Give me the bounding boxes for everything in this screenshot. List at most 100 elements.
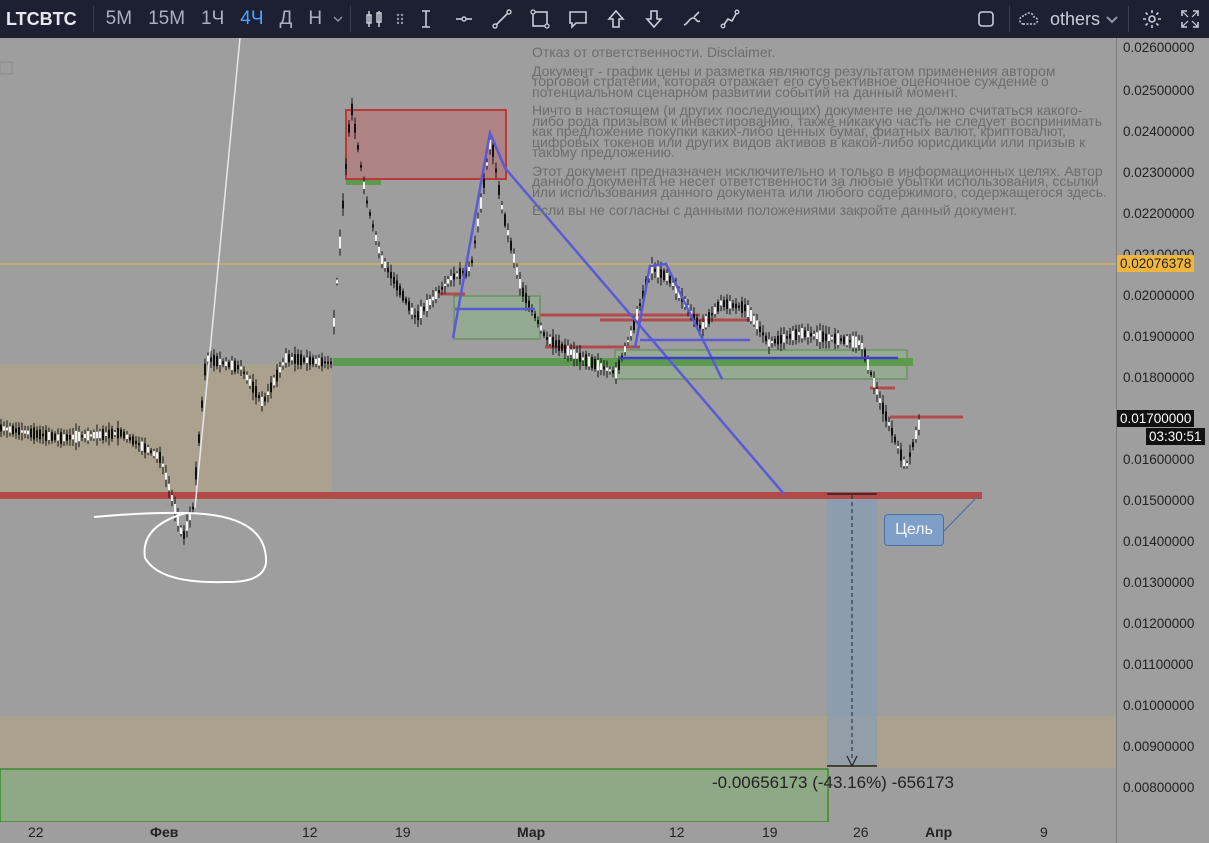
- candle-body: [405, 298, 407, 304]
- candle-body: [123, 431, 125, 439]
- candle-body: [903, 459, 905, 467]
- candle-body: [912, 442, 914, 448]
- candle-body: [849, 339, 851, 343]
- timeframe-5m[interactable]: 5M: [98, 8, 140, 30]
- timeframe-dropdown-icon[interactable]: [330, 0, 346, 38]
- candle-body: [75, 430, 77, 443]
- timeframe-1h[interactable]: 1Ч: [193, 8, 232, 30]
- timeframe-day[interactable]: Д: [272, 8, 301, 30]
- gear-icon[interactable]: [1133, 0, 1171, 38]
- candle-body: [147, 447, 149, 453]
- candle-body: [897, 446, 899, 449]
- candle-body: [876, 389, 878, 395]
- candle-body: [435, 291, 437, 300]
- symbol-label[interactable]: LTCBTC: [0, 9, 89, 30]
- others-dropdown-icon[interactable]: [1100, 0, 1124, 38]
- candle-body: [828, 334, 830, 341]
- candle-body: [456, 273, 458, 277]
- candle-body: [576, 352, 578, 359]
- candle-body: [522, 287, 524, 297]
- candle-body: [87, 431, 89, 441]
- candle-body: [822, 331, 824, 342]
- candle-body: [669, 275, 671, 284]
- candle-body: [501, 205, 503, 210]
- candle-body: [573, 349, 575, 359]
- candle-body: [711, 313, 713, 316]
- current-price-badge: 0.01700000: [1117, 410, 1195, 427]
- candle-body: [378, 246, 380, 254]
- candle-body: [729, 301, 731, 309]
- candle-body: [537, 320, 539, 324]
- candle-body: [24, 430, 26, 434]
- expand-icon[interactable]: [1171, 0, 1209, 38]
- candle-body: [264, 396, 266, 402]
- arrow-up-tool-icon[interactable]: [597, 0, 635, 38]
- candle-body: [588, 356, 590, 367]
- fullscreen-square-icon[interactable]: [967, 0, 1005, 38]
- candle-body: [816, 332, 818, 340]
- candle-body: [15, 428, 17, 433]
- time-axis-label: 12: [669, 824, 685, 840]
- candle-body: [9, 426, 11, 433]
- candle-body: [246, 374, 248, 381]
- drag-handle-icon[interactable]: [393, 0, 407, 38]
- candle-body: [414, 315, 416, 318]
- candle-body: [132, 436, 134, 445]
- candle-body: [801, 328, 803, 339]
- candle-body: [390, 271, 392, 279]
- price-axis[interactable]: 0.02600000 0.02500000 0.02400000 0.02300…: [1116, 38, 1209, 843]
- price-axis-label: 0.01000000: [1123, 698, 1195, 713]
- candle-body: [639, 303, 641, 307]
- layout-others-label[interactable]: others: [1050, 9, 1100, 30]
- candle-body: [102, 429, 104, 440]
- candle-body: [780, 335, 782, 344]
- candle-body: [867, 358, 869, 371]
- candle-body: [135, 440, 137, 444]
- rectangle-tool-icon[interactable]: [521, 0, 559, 38]
- price-axis-label: 0.02300000: [1123, 165, 1195, 180]
- candle-body: [333, 317, 335, 327]
- timeframe-4h[interactable]: 4Ч: [232, 8, 271, 30]
- candle-body: [885, 411, 887, 421]
- candle-body: [141, 441, 143, 451]
- timeframe-15m[interactable]: 15M: [140, 8, 193, 30]
- horizontal-line-tool-icon[interactable]: [445, 0, 483, 38]
- candle-body: [480, 197, 482, 209]
- goal-callout[interactable]: Цель: [884, 514, 944, 546]
- candle-body: [39, 429, 41, 440]
- candle-body: [516, 267, 518, 275]
- candle-body: [192, 506, 194, 510]
- candle-body: [528, 300, 530, 308]
- trend-line-tool-icon[interactable]: [483, 0, 521, 38]
- candle-body: [93, 432, 95, 439]
- candle-body: [387, 267, 389, 273]
- callout-tool-icon[interactable]: [559, 0, 597, 38]
- candle-body: [78, 431, 80, 442]
- candle-body: [741, 301, 743, 314]
- candle-body: [273, 377, 275, 386]
- timeframe-week[interactable]: Н: [300, 8, 330, 30]
- candle-body: [213, 354, 215, 366]
- candle-body: [30, 428, 32, 438]
- brush-tool-icon[interactable]: [673, 0, 711, 38]
- candle-body: [153, 451, 155, 457]
- path-tool-icon[interactable]: [711, 0, 749, 38]
- toolbar-separator: [350, 6, 352, 32]
- candle-body: [117, 428, 119, 439]
- candle-body: [150, 450, 152, 454]
- candle-body: [891, 427, 893, 436]
- candle-body: [21, 430, 23, 433]
- candle-body: [270, 382, 272, 393]
- candle-body: [702, 322, 704, 329]
- candle-body: [225, 361, 227, 366]
- cursor-tool-icon[interactable]: [407, 0, 445, 38]
- candle-body: [543, 332, 545, 336]
- candle-body: [471, 259, 473, 264]
- time-axis-label: 19: [395, 824, 411, 840]
- time-axis[interactable]: 22 Фев 12 19 Мар 12 19 26 Апр 9: [0, 822, 1116, 843]
- arrow-down-tool-icon[interactable]: [635, 0, 673, 38]
- candle-body: [66, 434, 68, 441]
- cloud-icon[interactable]: [1014, 0, 1044, 38]
- candlestick-icon[interactable]: [355, 0, 393, 38]
- candle-body: [819, 330, 821, 342]
